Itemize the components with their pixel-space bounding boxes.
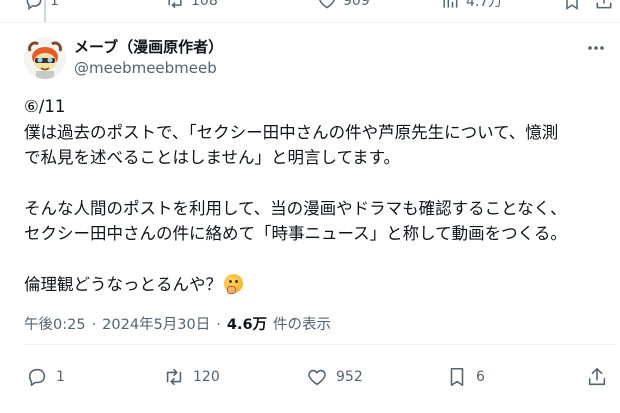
bar-chart-icon xyxy=(443,0,458,8)
bookmark-count: 6 xyxy=(476,369,485,385)
more-horizontal-icon xyxy=(588,46,604,50)
post-line: 僕は過去のポストで、「セクシー田中さんの件や芦原先生について、憶測 xyxy=(24,122,559,142)
post-last-line: 倫理観どうなっとるんや？ xyxy=(24,272,614,298)
repost-icon xyxy=(166,368,182,386)
post-line: そんな人間のポストを利用して、当の漫画やドラマも確認することなく、 xyxy=(24,198,567,218)
post-line: ⑥/11 xyxy=(24,97,66,116)
more-options-button[interactable] xyxy=(586,38,606,58)
meta-separator: · xyxy=(91,317,97,333)
avatar-illustration-icon xyxy=(24,37,66,79)
bookmark-icon xyxy=(450,367,464,387)
prev-like-count: 909 xyxy=(343,0,370,9)
author-display-name[interactable]: メーブ（漫画原作者） xyxy=(74,36,223,57)
post-blank-line xyxy=(24,247,614,272)
prev-repost-button[interactable]: 108 xyxy=(165,0,218,11)
view-count-label: 件の表示 xyxy=(273,317,332,333)
like-button[interactable]: 952 xyxy=(306,366,363,388)
author-handle[interactable]: @meebmeebmeeb xyxy=(74,59,217,77)
like-count: 952 xyxy=(336,369,363,385)
prev-bookmark-button[interactable] xyxy=(562,0,582,11)
post-date[interactable]: 2024年5月30日 xyxy=(102,313,210,334)
reply-icon xyxy=(28,368,46,387)
prev-view-count: 4.7万 xyxy=(466,0,503,10)
meta-separator: · xyxy=(216,317,221,333)
post-blank-line xyxy=(24,171,614,196)
avatar[interactable] xyxy=(24,37,66,79)
previous-post-actions: 1 108 909 4.7万 xyxy=(0,0,620,11)
post-action-bar: 1 120 952 6 xyxy=(0,366,620,388)
repost-count: 120 xyxy=(193,369,220,385)
bookmark-icon xyxy=(566,0,578,10)
post-line: セクシー田中さんの件に絡めて「時事ニュース」と称して動画をつくる。 xyxy=(24,224,567,243)
share-icon xyxy=(588,367,606,386)
prev-share-button[interactable] xyxy=(594,0,614,11)
reply-count: 1 xyxy=(56,369,65,385)
post-time[interactable]: 午後0:25 xyxy=(24,313,86,334)
bookmark-button[interactable]: 6 xyxy=(446,366,485,388)
repost-icon xyxy=(168,0,182,9)
prev-repost-count: 108 xyxy=(191,0,218,9)
prev-reply-count: 1 xyxy=(50,0,59,9)
thinking-face-emoji-icon xyxy=(224,273,243,294)
prev-reply-button[interactable]: 1 xyxy=(24,0,59,11)
view-count[interactable]: 4.6万 xyxy=(227,313,267,334)
heart-icon xyxy=(319,0,335,9)
heart-icon xyxy=(308,369,326,386)
reply-button[interactable]: 1 xyxy=(26,366,65,388)
reply-icon xyxy=(26,0,42,10)
repost-button[interactable]: 120 xyxy=(163,366,220,388)
divider xyxy=(24,344,616,345)
post-line: で私見を述べることはしません」と明言してます。 xyxy=(24,148,401,167)
prev-like-button[interactable]: 909 xyxy=(317,0,370,11)
prev-views-button[interactable]: 4.7万 xyxy=(440,0,502,11)
share-button[interactable] xyxy=(586,366,608,388)
post-metadata: 午後0:25 · 2024年5月30日 · 4.6万 件の表示 xyxy=(24,313,331,334)
divider xyxy=(0,22,620,23)
post-text: ⑥/11 僕は過去のポストで、「セクシー田中さんの件や芦原先生について、憶測 で… xyxy=(24,94,614,297)
post-line: 倫理観どうなっとるんや？ xyxy=(24,274,222,294)
share-icon xyxy=(596,0,612,9)
